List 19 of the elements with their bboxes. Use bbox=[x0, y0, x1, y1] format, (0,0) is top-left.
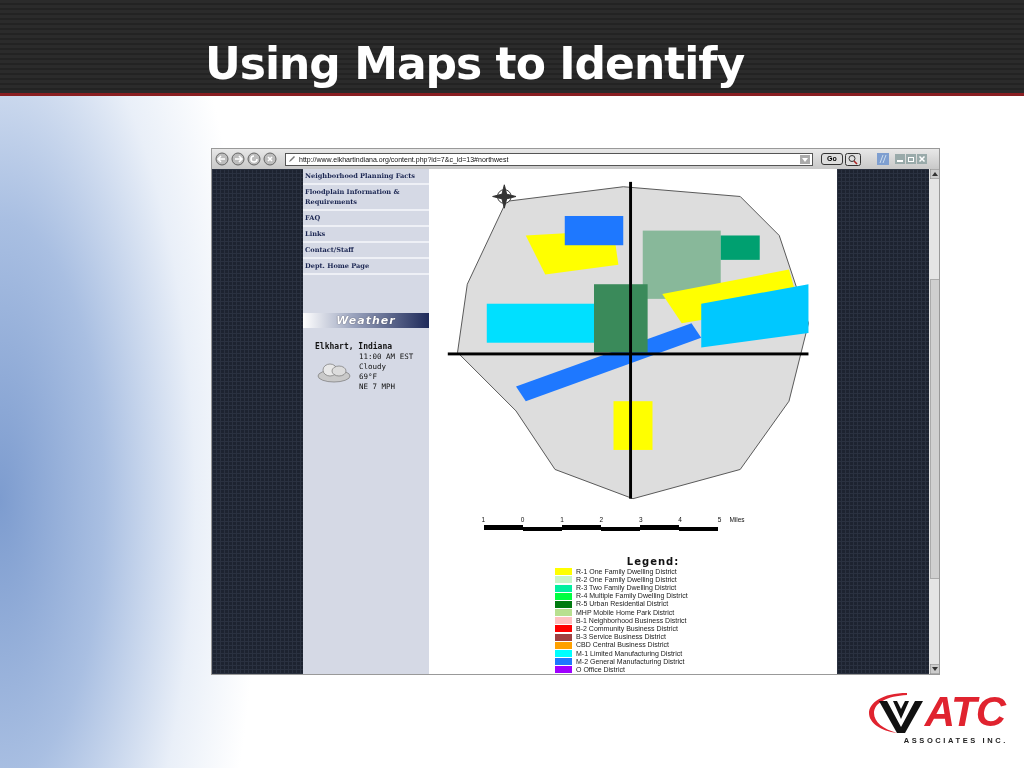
weather-location: Elkhart, Indiana bbox=[315, 342, 394, 352]
weather-heading: Weather bbox=[336, 314, 396, 327]
restore-icon[interactable] bbox=[905, 154, 916, 164]
dropdown-icon[interactable] bbox=[800, 154, 810, 164]
scroll-up-icon[interactable] bbox=[930, 169, 939, 179]
slide-title: Using Maps to Identify bbox=[205, 38, 745, 90]
pencil-icon bbox=[288, 155, 296, 163]
stop-icon[interactable] bbox=[263, 152, 277, 166]
forward-icon[interactable] bbox=[231, 152, 245, 166]
search-icon[interactable] bbox=[844, 152, 861, 166]
scroll-down-icon[interactable] bbox=[930, 664, 939, 674]
legend-title: Legend: bbox=[626, 555, 680, 567]
logo-name: ATC bbox=[924, 690, 1005, 734]
close-icon[interactable] bbox=[916, 154, 927, 164]
back-icon[interactable] bbox=[215, 152, 229, 166]
minimize-icon[interactable] bbox=[894, 154, 905, 164]
refresh-icon[interactable] bbox=[247, 152, 261, 166]
scrollbar[interactable] bbox=[929, 169, 939, 674]
cloud-icon bbox=[317, 361, 351, 383]
